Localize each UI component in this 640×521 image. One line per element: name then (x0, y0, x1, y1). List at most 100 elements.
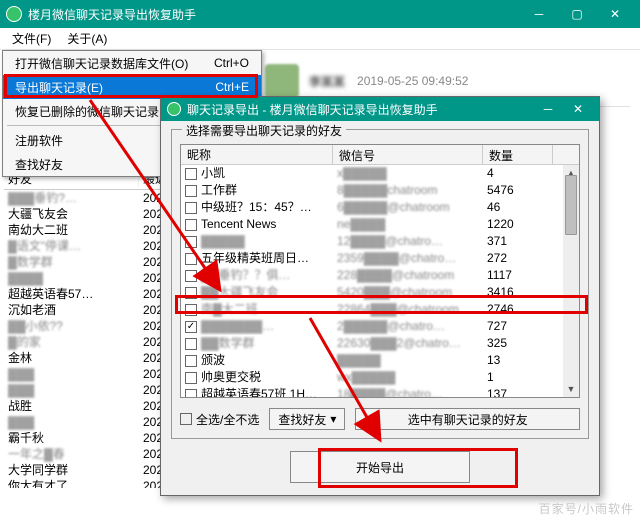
row-checkbox[interactable]: ✓ (185, 321, 197, 333)
app-icon (6, 6, 22, 22)
start-export-label: 开始导出 (356, 459, 404, 476)
group-legend: 选择需要导出聊天记录的好友 (182, 122, 346, 139)
menu-recover-label: 恢复已删除的微信聊天记录 (15, 103, 159, 120)
row-checkbox[interactable] (185, 304, 197, 316)
cell-count: 13 (483, 352, 553, 369)
avatar (265, 64, 299, 98)
table-row[interactable]: ▓▓▓▓▓12▓▓▓▓@chatro…371 (181, 233, 563, 250)
cell-nick: 南▓大二班 (181, 301, 333, 318)
dialog-close[interactable]: ✕ (563, 97, 593, 121)
select-all-checkbox[interactable]: 全选/全不选 (180, 411, 259, 428)
friend-table: 昵称 微信号 数量 小凯x▓▓▓▓▓4工作群8▓▓▓▓▓chatroom5476… (180, 144, 580, 398)
table-row[interactable]: 中级班？15：45？…6▓▓▓▓▓@chatroom46 (181, 199, 563, 216)
start-export-button[interactable]: 开始导出 (290, 451, 470, 483)
table-row[interactable]: 颁波▓▓▓▓▓13 (181, 352, 563, 369)
cell-count: 5476 (483, 182, 553, 199)
select-with-chat-label: 选中有聊天记录的好友 (408, 411, 528, 428)
table-header: 昵称 微信号 数量 (181, 145, 579, 165)
cell-nick: 中级班？15：45？… (181, 199, 333, 216)
friend-name: ▓▓▓垂钓?… (4, 190, 139, 206)
checkbox-icon (180, 413, 192, 425)
row-checkbox[interactable] (185, 253, 197, 265)
cell-count: 46 (483, 199, 553, 216)
friend-name: 超越英语春57… (4, 286, 139, 302)
table-row[interactable]: ▓▓垂钓？？俱…228▓▓▓▓@chatroom1117 (181, 267, 563, 284)
table-body: 小凯x▓▓▓▓▓4工作群8▓▓▓▓▓chatroom5476中级班？15：45？… (181, 165, 563, 397)
cell-nick: ▓▓▓▓▓ (181, 233, 333, 250)
chat-time: 2019-05-25 09:49:52 (357, 74, 468, 88)
close-button[interactable]: ✕ (596, 0, 634, 28)
cell-nick: 小凯 (181, 165, 333, 182)
dropdown-icon: ▾ (330, 412, 336, 426)
table-row[interactable]: 工作群8▓▓▓▓▓chatroom5476 (181, 182, 563, 199)
menu-export-key: Ctrl+E (215, 80, 249, 94)
dialog-title: 聊天记录导出 - 楼月微信聊天记录导出恢复助手 (187, 101, 533, 118)
cell-wx: ▓▓▓▓▓ (333, 352, 483, 369)
cell-wx: 22864▓▓▓@chatroom (333, 301, 483, 318)
friend-name: 金林 (4, 350, 139, 366)
friend-name: ▓的家 (4, 334, 139, 350)
table-row[interactable]: 帅奥更交税wx▓▓▓▓▓1 (181, 369, 563, 386)
scroll-thumb[interactable] (565, 175, 577, 235)
friend-name: ▓▓小依?? (4, 318, 139, 334)
main-titlebar: 楼月微信聊天记录导出恢复助手 ─ ▢ ✕ (0, 0, 640, 28)
export-dialog: 聊天记录导出 - 楼月微信聊天记录导出恢复助手 ─ ✕ 选择需要导出聊天记录的好… (160, 96, 600, 496)
menu-register-label: 注册软件 (15, 132, 63, 149)
table-row[interactable]: 五年级精英班周日…2359▓▓▓▓@chatro…272 (181, 250, 563, 267)
table-row[interactable]: ✓▓▓▓▓▓▓▓…2▓▓▓▓▓@chatro…727 (181, 318, 563, 335)
row-checkbox[interactable] (185, 287, 197, 299)
scroll-down-icon[interactable]: ▼ (563, 381, 579, 397)
row-checkbox[interactable] (185, 202, 197, 214)
cell-count: 4 (483, 165, 553, 182)
find-friend-button[interactable]: 查找好友 ▾ (269, 408, 345, 430)
friend-name: 一年之▓春 (4, 446, 139, 462)
table-row[interactable]: 南▓大二班22864▓▓▓@chatroom2746 (181, 301, 563, 318)
select-with-chat-button[interactable]: 选中有聊天记录的好友 (355, 408, 580, 430)
cell-wx: 2▓▓▓▓▓@chatro… (333, 318, 483, 335)
cell-count: 272 (483, 250, 553, 267)
row-checkbox[interactable] (185, 389, 197, 398)
cell-nick: 工作群 (181, 182, 333, 199)
menubar: 文件(F) 关于(A) (0, 28, 640, 50)
cell-count: 325 (483, 335, 553, 352)
cell-count: 3416 (483, 284, 553, 301)
scrollbar[interactable]: ▲ ▼ (563, 165, 579, 397)
dialog-icon (167, 102, 181, 116)
cell-count: 2746 (483, 301, 553, 318)
friend-name: 大学同学群 (4, 462, 139, 478)
row-checkbox[interactable] (185, 372, 197, 384)
row-checkbox[interactable] (185, 270, 197, 282)
dialog-minimize[interactable]: ─ (533, 97, 563, 121)
th-wx: 微信号 (333, 145, 483, 164)
menu-export-label: 导出聊天记录(E) (15, 79, 103, 96)
menu-open-key: Ctrl+O (214, 56, 249, 70)
friend-name: ▓▓▓ (4, 366, 139, 382)
table-row[interactable]: ▓▓大疆飞友会5420▓▓▓@chatroom3416 (181, 284, 563, 301)
table-row[interactable]: 超越英语春57班 1H…18▓▓▓▓@chatro…137 (181, 386, 563, 397)
friend-name: ▓▓▓ (4, 414, 139, 430)
menu-file[interactable]: 文件(F) (4, 28, 59, 49)
select-all-label: 全选/全不选 (196, 411, 259, 428)
row-checkbox[interactable] (185, 168, 197, 180)
th-count: 数量 (483, 145, 553, 164)
cell-wx: 18▓▓▓▓@chatro… (333, 386, 483, 397)
dialog-titlebar: 聊天记录导出 - 楼月微信聊天记录导出恢复助手 ─ ✕ (161, 97, 599, 121)
row-checkbox[interactable] (185, 185, 197, 197)
friend-name: 霸千秋 (4, 430, 139, 446)
row-checkbox[interactable] (185, 219, 197, 231)
table-row[interactable]: Tencent Newsne▓▓▓▓1220 (181, 216, 563, 233)
cell-wx: 8▓▓▓▓▓chatroom (333, 182, 483, 199)
row-checkbox[interactable] (185, 236, 197, 248)
cell-wx: 6▓▓▓▓▓@chatroom (333, 199, 483, 216)
table-row[interactable]: ▓▓数学群22630▓▓▓2@chatro…325 (181, 335, 563, 352)
row-checkbox[interactable] (185, 338, 197, 350)
maximize-button[interactable]: ▢ (558, 0, 596, 28)
menu-about[interactable]: 关于(A) (59, 28, 115, 49)
minimize-button[interactable]: ─ (520, 0, 558, 28)
row-checkbox[interactable] (185, 355, 197, 367)
friend-name: 沉如老酒 (4, 302, 139, 318)
chat-name: 李某某 (309, 73, 345, 90)
table-row[interactable]: 小凯x▓▓▓▓▓4 (181, 165, 563, 182)
cell-nick: Tencent News (181, 216, 333, 233)
menu-open-db[interactable]: 打开微信聊天记录数据库文件(O) Ctrl+O (3, 51, 261, 75)
